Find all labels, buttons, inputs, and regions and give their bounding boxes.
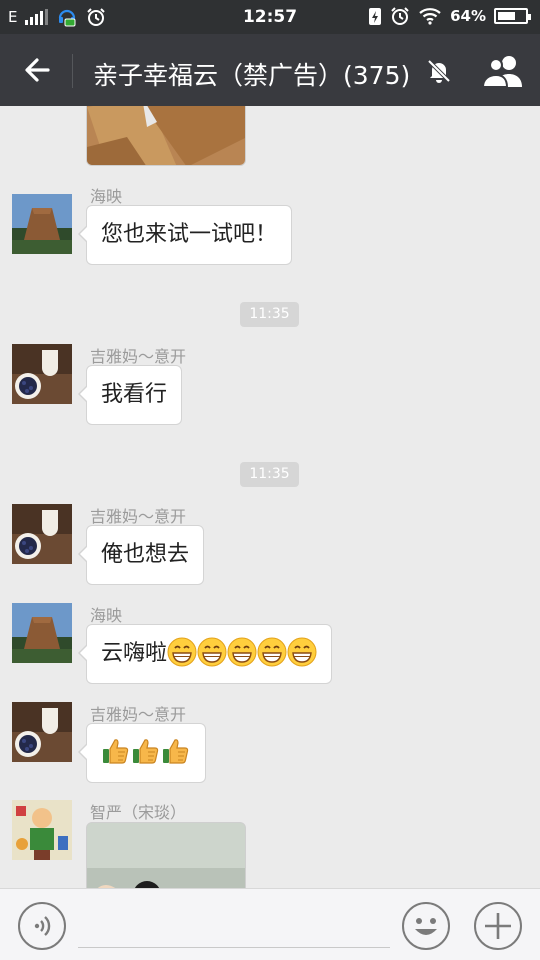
battery-icon: [494, 8, 531, 24]
avatar[interactable]: [12, 504, 72, 564]
sender-name: 吉雅妈～意开: [90, 347, 187, 366]
grin-emoji-icon: [167, 637, 197, 667]
input-bar: [0, 888, 540, 960]
image-thumbnail: [87, 106, 245, 165]
thumbs-up-icon: [103, 739, 129, 764]
sender-name: 吉雅妈～意开: [90, 507, 187, 526]
message-text: 云嗨啦: [101, 641, 168, 666]
sender-name: 海映: [90, 187, 123, 206]
alarm-icon-right: [391, 7, 409, 25]
image-message[interactable]: [86, 822, 246, 888]
grin-emoji-icon: [227, 637, 257, 667]
status-bar: E 12:57 64%: [0, 0, 540, 34]
chat-title: 亲子幸福云（禁广告）(375): [93, 61, 411, 90]
back-arrow-icon[interactable]: [20, 52, 56, 88]
message-bubble[interactable]: 您也来试一试吧！: [77, 205, 293, 265]
bell-off-icon: [427, 59, 451, 83]
message-input[interactable]: [78, 947, 390, 948]
grin-emoji-icon: [287, 637, 317, 667]
avatar[interactable]: [12, 344, 72, 404]
emoji-group: [167, 637, 317, 667]
message-bubble[interactable]: 我看行: [77, 365, 183, 425]
time-divider: 11:35: [240, 302, 299, 327]
message-text: 您也来试一试吧！: [101, 222, 278, 247]
header-divider: [72, 54, 73, 88]
blueberry-milk-avatar: [12, 504, 72, 564]
avatar[interactable]: [12, 194, 72, 254]
message-text: 俺也想去: [101, 542, 190, 567]
message-text: 我看行: [101, 382, 168, 407]
avatar[interactable]: [12, 800, 72, 860]
grin-emoji-icon: [197, 637, 227, 667]
blueberry-milk-avatar: [12, 344, 72, 404]
charging-icon: [369, 8, 382, 25]
avatar[interactable]: [12, 603, 72, 663]
emoji-button[interactable]: [402, 902, 450, 950]
blueberry-milk-avatar: [12, 702, 72, 762]
image-thumbnail: [87, 823, 245, 888]
message-bubble[interactable]: 俺也想去: [77, 525, 205, 585]
wifi-icon: [419, 8, 441, 25]
thumbs-up-icon: [163, 739, 189, 764]
sender-name: 智严（宋琰）: [90, 803, 187, 822]
voice-icon: [34, 916, 51, 936]
sender-name: 吉雅妈～意开: [90, 705, 187, 724]
landscape-rock-avatar: [12, 194, 72, 254]
battery-percent: 64%: [450, 7, 486, 25]
message-list[interactable]: 海映 您也来试一试吧！ 11:35 吉雅妈～意开 我看行 11:35 吉雅妈～意: [0, 106, 540, 888]
landscape-rock-avatar: [12, 603, 72, 663]
sender-name: 海映: [90, 606, 123, 625]
status-right: 64%: [368, 6, 531, 26]
smiley-icon: [415, 918, 437, 935]
grin-emoji-icon: [257, 637, 287, 667]
cartoon-avatar: [12, 800, 72, 860]
group-members-icon[interactable]: [482, 54, 526, 88]
voice-button[interactable]: [18, 902, 66, 950]
avatar[interactable]: [12, 702, 72, 762]
time-divider: 11:35: [240, 462, 299, 487]
chat-header: 亲子幸福云（禁广告）(375): [0, 34, 540, 106]
message-bubble[interactable]: 云嗨啦: [77, 624, 333, 684]
thumbs-up-icon: [133, 739, 159, 764]
image-message[interactable]: [86, 106, 246, 166]
plus-button[interactable]: [474, 902, 522, 950]
plus-icon: [485, 913, 511, 939]
emoji-group: [101, 739, 191, 765]
message-bubble[interactable]: [78, 723, 206, 783]
